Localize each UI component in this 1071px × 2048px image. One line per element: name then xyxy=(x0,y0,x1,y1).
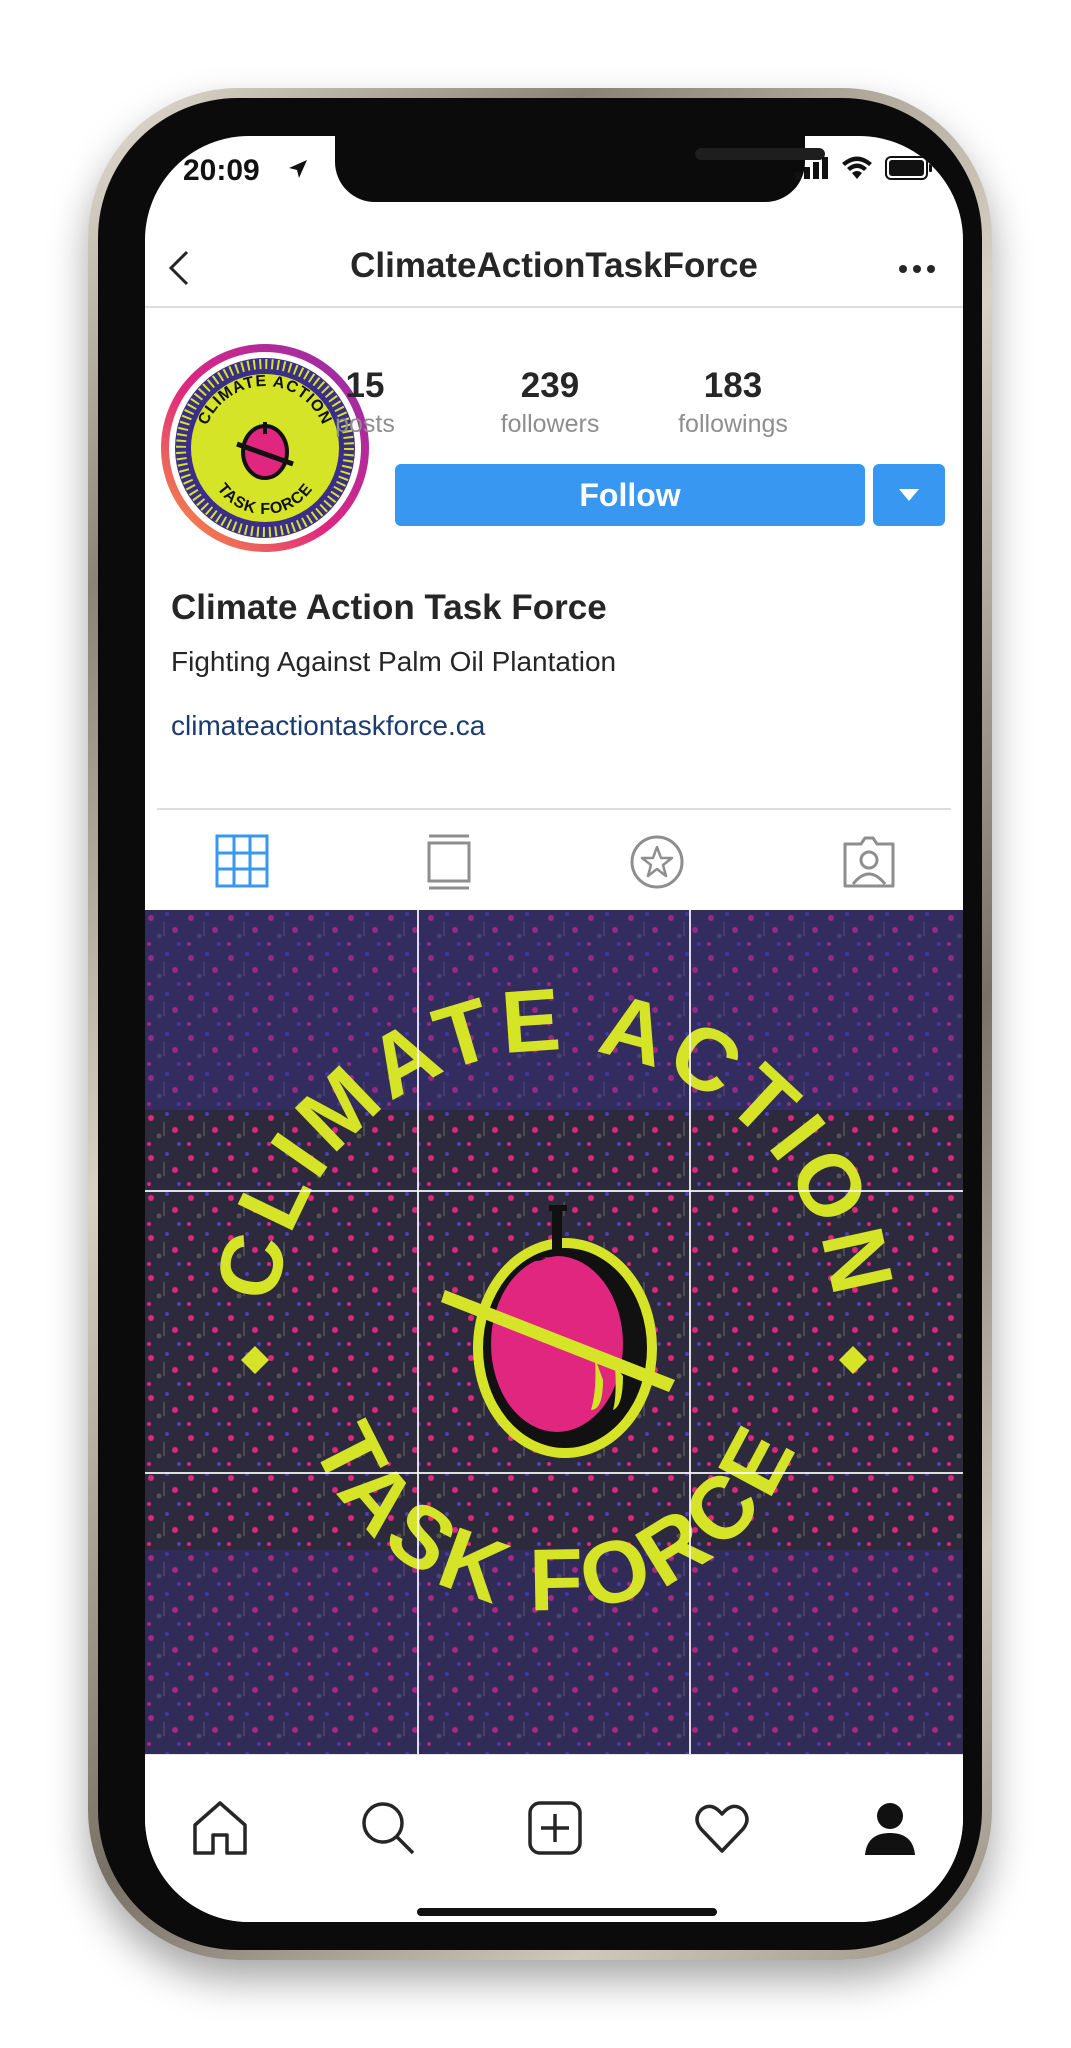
home-indicator[interactable] xyxy=(417,1908,717,1916)
more-options-icon[interactable] xyxy=(897,264,937,274)
stat-posts[interactable]: 15 posts xyxy=(265,366,465,439)
followings-label: followings xyxy=(678,410,788,438)
grid-divider xyxy=(417,910,419,1754)
follow-button[interactable]: Follow xyxy=(395,464,865,526)
followers-label: followers xyxy=(500,410,600,438)
header-username: ClimateActionTaskForce xyxy=(350,246,758,285)
wifi-icon xyxy=(842,156,872,179)
display-name: Climate Action Task Force xyxy=(171,588,607,627)
battery-icon xyxy=(885,156,932,180)
grid-divider xyxy=(145,1472,963,1474)
bio-text: Fighting Against Palm Oil Plantation xyxy=(171,646,617,677)
followings-count: 183 xyxy=(703,366,763,405)
grid-divider xyxy=(689,910,691,1754)
profile-header: ClimateActionTaskForce xyxy=(145,226,963,308)
search-icon[interactable] xyxy=(359,1799,417,1857)
suggestions-dropdown-button[interactable] xyxy=(873,464,945,526)
profile-tabs xyxy=(157,808,951,912)
feed-icon[interactable] xyxy=(425,834,473,890)
signal-icon xyxy=(795,157,828,179)
location-arrow-icon xyxy=(289,160,307,178)
stat-followers[interactable]: 239 followers xyxy=(450,366,650,439)
posts-label: posts xyxy=(335,410,395,438)
status-icons xyxy=(795,156,933,180)
phone-screen: 20:09 ClimateActionTaskForce CLIMATE ACT… xyxy=(145,136,963,1922)
star-icon[interactable] xyxy=(629,834,685,890)
posts-count: 15 xyxy=(345,366,385,405)
add-icon[interactable] xyxy=(526,1799,584,1857)
heart-icon[interactable] xyxy=(693,1799,751,1857)
tagged-icon[interactable] xyxy=(841,834,897,890)
caret-down-icon xyxy=(899,489,919,501)
grid-icon[interactable] xyxy=(215,834,269,888)
notch xyxy=(335,136,825,202)
followers-count: 239 xyxy=(520,366,580,405)
profile-icon[interactable] xyxy=(861,1799,919,1857)
grid-artwork: CLIMATE ACTION TASK FORCE xyxy=(145,910,963,1754)
grid-divider xyxy=(145,1190,963,1192)
posts-grid: CLIMATE ACTION TASK FORCE xyxy=(145,910,963,1754)
bottom-nav xyxy=(145,1754,963,1922)
website-link[interactable]: climateactiontaskforce.ca xyxy=(171,710,485,742)
stat-followings[interactable]: 183 followings xyxy=(633,366,833,439)
status-time: 20:09 xyxy=(183,154,260,187)
home-icon[interactable] xyxy=(191,1799,249,1857)
